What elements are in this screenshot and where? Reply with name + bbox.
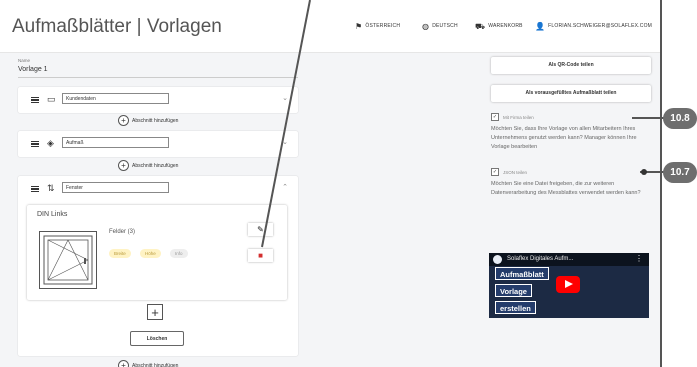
video-title-bar: Solaflex Digitales Aufm... ⋮ — [489, 253, 649, 266]
share-company-label: Mit Firma teilen — [503, 114, 534, 120]
region-selector[interactable]: ⚑ ÖSTERREICH — [355, 21, 401, 31]
section-name-input[interactable]: Fenster — [62, 182, 169, 193]
section-name-input[interactable]: Kundendaten — [62, 93, 169, 104]
share-prefilled-button[interactable]: Als vorausgefülltes Aufmaßblatt teilen — [491, 85, 651, 102]
user-menu[interactable]: 👤 FLORIAN.SCHWEIGER@SOLAFLEX.COM — [535, 21, 653, 31]
drag-handle-icon[interactable] — [31, 141, 39, 148]
delete-section-button[interactable]: Löschen — [130, 331, 184, 346]
chevron-down-icon[interactable]: ⌄ — [282, 138, 288, 146]
flag-icon: ⚑ — [355, 21, 363, 31]
name-field[interactable]: Vorlage 1 — [18, 66, 48, 73]
name-field-underline — [18, 77, 298, 78]
delete-element-button[interactable]: ■ — [248, 249, 273, 262]
app-window: Aufmaßblätter | Vorlagen ⚑ ÖSTERREICH ◍ … — [0, 0, 662, 367]
cart-icon: ⛟ — [475, 21, 486, 31]
section-header: ▭ Kundendaten ⌄ — [18, 87, 298, 113]
language-label: DEUTSCH — [432, 23, 458, 29]
video-overlay-title: Solaflex Digitales Aufm... — [507, 256, 574, 262]
video-text-line: Aufmaßblatt — [495, 267, 549, 280]
checkbox-checked-icon[interactable]: ✓ — [491, 113, 499, 121]
window-diagram — [39, 231, 97, 289]
section-aufmass: ◈ Aufmaß ⌄ — [18, 131, 298, 157]
window-sketch-icon — [43, 235, 93, 285]
fields-count: Felder (3) — [109, 229, 136, 235]
cart-label: WARENKORB — [488, 23, 523, 29]
window-element-title: DIN Links — [37, 211, 68, 218]
plus-circle-icon: + — [118, 115, 129, 126]
section-name-input[interactable]: Aufmaß — [62, 137, 169, 148]
share-json-label: JSON teilen — [503, 169, 528, 175]
add-element-button[interactable]: + — [147, 304, 163, 320]
callout-badge: 10.8 — [663, 108, 697, 129]
share-json-description: Möchten Sie eine Datei freigeben, die zu… — [491, 181, 641, 196]
edit-button[interactable]: ✎ — [248, 223, 273, 236]
tutorial-video[interactable]: Solaflex Digitales Aufm... ⋮ Aufmaßblatt… — [489, 253, 649, 318]
checkbox-checked-icon[interactable]: ✓ — [491, 168, 499, 176]
share-company-option[interactable]: ✓ Mit Firma teilen — [491, 113, 534, 121]
callout-badge: 10.7 — [663, 162, 697, 183]
add-section-label: Abschnitt hinzufügen — [132, 117, 179, 124]
section-header: ◈ Aufmaß ⌄ — [18, 131, 298, 157]
video-text-line: Vorlage — [495, 284, 532, 297]
drag-handle-icon[interactable] — [31, 186, 39, 193]
youtube-play-icon[interactable] — [556, 276, 580, 293]
cart-link[interactable]: ⛟ WARENKORB — [475, 21, 523, 31]
user-icon: 👤 — [535, 21, 546, 31]
layers-icon: ◈ — [47, 138, 54, 148]
more-options-icon[interactable]: ⋮ — [635, 254, 643, 263]
plus-circle-icon: + — [118, 360, 129, 367]
add-section-button[interactable]: + Abschnitt hinzufügen — [118, 115, 178, 126]
section-header: ⇅ Fenster ⌃ — [18, 176, 298, 202]
trash-icon: ■ — [258, 251, 263, 260]
name-field-label: Name — [18, 58, 31, 63]
add-section-button[interactable]: + Abschnitt hinzufügen — [118, 160, 178, 171]
video-text-line: erstellen — [495, 301, 536, 314]
field-chip-info[interactable]: Info — [170, 249, 188, 258]
plus-circle-icon: + — [118, 160, 129, 171]
top-bar: Aufmaßblätter | Vorlagen ⚑ ÖSTERREICH ◍ … — [0, 0, 660, 53]
chevron-up-icon[interactable]: ⌃ — [282, 183, 288, 191]
plus-icon: + — [151, 305, 159, 320]
card-icon: ▭ — [47, 94, 56, 104]
channel-logo-icon — [493, 255, 502, 264]
chevron-down-icon[interactable]: ⌄ — [282, 94, 288, 102]
share-qr-button[interactable]: Als QR-Code teilen — [491, 57, 651, 74]
field-chip-hoehe[interactable]: Höhe — [140, 249, 161, 258]
window-type-icon: ⇅ — [47, 183, 55, 193]
add-section-label: Abschnitt hinzufügen — [132, 162, 179, 169]
add-section-button[interactable]: + Abschnitt hinzufügen — [118, 360, 178, 367]
user-email: FLORIAN.SCHWEIGER@SOLAFLEX.COM — [548, 23, 653, 29]
page-title: Aufmaßblätter | Vorlagen — [12, 16, 222, 37]
drag-handle-icon[interactable] — [31, 97, 39, 104]
share-json-option[interactable]: ✓ JSON teilen — [491, 168, 527, 176]
window-element-card: DIN Links Felder (3) Breite Höhe Info ✎ … — [27, 205, 287, 300]
region-label: ÖSTERREICH — [365, 23, 401, 29]
field-chip-breite[interactable]: Breite — [109, 249, 131, 258]
pencil-icon: ✎ — [257, 225, 264, 234]
add-section-label: Abschnitt hinzufügen — [132, 362, 179, 367]
globe-icon: ◍ — [422, 21, 430, 31]
language-selector[interactable]: ◍ DEUTSCH — [422, 21, 458, 31]
share-company-description: Möchten Sie, dass Ihre Vorlage von allen… — [491, 126, 637, 150]
section-kundendaten: ▭ Kundendaten ⌄ — [18, 87, 298, 113]
